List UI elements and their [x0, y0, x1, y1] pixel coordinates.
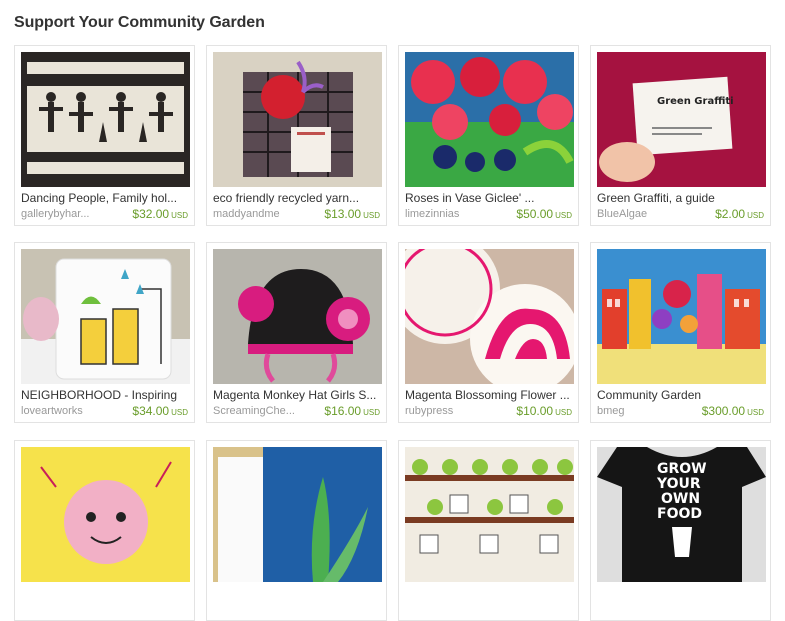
- listing-shop[interactable]: rubypress: [405, 405, 453, 417]
- listing-card[interactable]: Community Garden bmeg $300.00 USD: [590, 242, 771, 423]
- card-text: Green Graffiti: [657, 96, 734, 107]
- listing-image[interactable]: [21, 447, 190, 582]
- listing-image[interactable]: [405, 52, 574, 187]
- listing-shop[interactable]: limezinnias: [405, 208, 459, 220]
- listing-price: $10.00 USD: [516, 404, 572, 418]
- listing-image[interactable]: GROW YOUR OWN FOOD: [597, 447, 766, 582]
- listing-image[interactable]: [597, 249, 766, 384]
- page-title: Support Your Community Garden: [14, 14, 265, 31]
- listing-card[interactable]: Magenta Monkey Hat Girls S... ScreamingC…: [206, 242, 387, 423]
- listing-image[interactable]: [213, 447, 382, 582]
- listing-shop[interactable]: ScreamingChe...: [213, 405, 295, 417]
- listing-image[interactable]: [405, 447, 574, 582]
- listing-title[interactable]: Magenta Blossoming Flower ...: [405, 388, 574, 402]
- listing-card[interactable]: [206, 440, 387, 621]
- listing-image[interactable]: [21, 249, 190, 384]
- listing-image[interactable]: [213, 52, 382, 187]
- listing-shop[interactable]: gallerybyhar...: [21, 208, 89, 220]
- listing-title[interactable]: Roses in Vase Giclee' ...: [405, 191, 574, 205]
- listing-image[interactable]: [213, 249, 382, 384]
- listing-title[interactable]: Green Graffiti, a guide: [597, 191, 766, 205]
- listing-card[interactable]: NEIGHBORHOOD - Inspiring loveartworks $3…: [14, 242, 195, 423]
- shirt-text: GROW: [657, 461, 707, 477]
- listing-image[interactable]: [21, 52, 190, 187]
- listing-card[interactable]: Roses in Vase Giclee' ... limezinnias $5…: [398, 45, 579, 226]
- listing-price: $32.00 USD: [132, 207, 188, 221]
- listing-shop[interactable]: bmeg: [597, 405, 625, 417]
- listing-shop[interactable]: loveartworks: [21, 405, 83, 417]
- listing-card[interactable]: eco friendly recycled yarn... maddyandme…: [206, 45, 387, 226]
- listing-image[interactable]: [405, 249, 574, 384]
- listing-card[interactable]: Green Graffiti Green Graffiti, a guide B…: [590, 45, 771, 226]
- listing-card[interactable]: GROW YOUR OWN FOOD: [590, 440, 771, 621]
- listing-title[interactable]: Magenta Monkey Hat Girls S...: [213, 388, 382, 402]
- listing-price: $300.00 USD: [701, 404, 764, 418]
- listing-card[interactable]: Magenta Blossoming Flower ... rubypress …: [398, 242, 579, 423]
- shirt-text: YOUR: [656, 476, 701, 492]
- listing-image[interactable]: Green Graffiti: [597, 52, 766, 187]
- listing-price: $16.00 USD: [324, 404, 380, 418]
- listing-title[interactable]: Community Garden: [597, 388, 766, 402]
- listing-price: $13.00 USD: [324, 207, 380, 221]
- listing-shop[interactable]: maddyandme: [213, 208, 280, 220]
- listing-price: $50.00 USD: [516, 207, 572, 221]
- listing-card[interactable]: [398, 440, 579, 621]
- shirt-text: FOOD: [657, 506, 702, 522]
- listing-price: $2.00 USD: [715, 207, 764, 221]
- listing-title[interactable]: Dancing People, Family hol...: [21, 191, 190, 205]
- listing-title[interactable]: eco friendly recycled yarn...: [213, 191, 382, 205]
- listing-price: $34.00 USD: [132, 404, 188, 418]
- listing-card[interactable]: [14, 440, 195, 621]
- listing-card[interactable]: Dancing People, Family hol... gallerybyh…: [14, 45, 195, 226]
- listing-shop[interactable]: BlueAlgae: [597, 208, 647, 220]
- shirt-text: OWN: [661, 491, 700, 507]
- listing-title[interactable]: NEIGHBORHOOD - Inspiring: [21, 388, 190, 402]
